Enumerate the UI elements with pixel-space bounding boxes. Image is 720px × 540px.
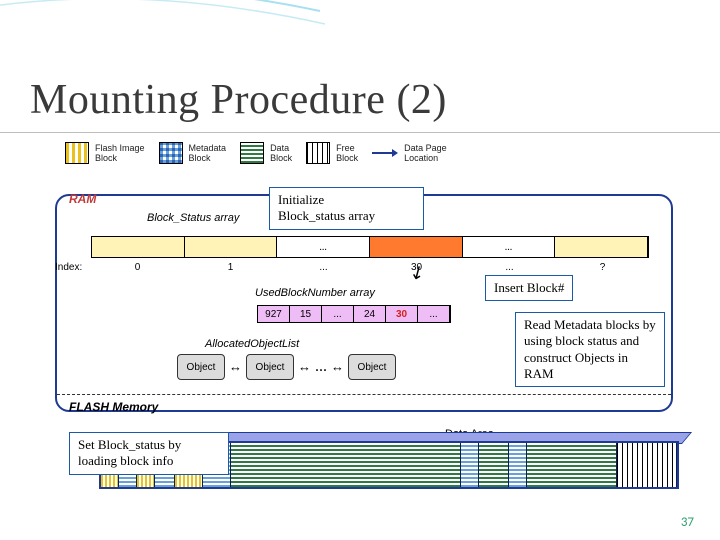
index-value: 0 (91, 262, 184, 273)
used-cell: ... (322, 306, 354, 322)
swatch-metadata (159, 142, 183, 164)
used-cell: 24 (354, 306, 386, 322)
slide-title: Mounting Procedure (2) (30, 76, 447, 124)
object-node: Object (348, 354, 396, 380)
flash-seg-data (231, 443, 461, 487)
used-block-label: UsedBlockNumber array (255, 287, 375, 299)
callout-read-metadata: Read Metadata blocks by using block stat… (515, 312, 665, 387)
ellipsis: ... (315, 358, 327, 376)
object-node: Object (246, 354, 294, 380)
swatch-flash-image (65, 142, 89, 164)
used-cell: 927 (258, 306, 290, 322)
bsa-cell (185, 237, 278, 257)
double-arrow-icon: ↔ (331, 359, 344, 375)
callout-initialize: Initialize Block_status array (269, 187, 424, 230)
used-cell: 15 (290, 306, 322, 322)
page-number: 37 (681, 515, 694, 530)
legend-metadata-block: Metadata Block (159, 142, 227, 164)
ram-flash-divider (57, 394, 671, 395)
ram-label: RAM (69, 192, 96, 206)
object-node: Object (177, 354, 225, 380)
index-value: ... (463, 262, 556, 273)
flash-seg-metadata (509, 443, 527, 487)
legend-label: Flash Image Block (95, 143, 145, 163)
double-arrow-icon: ↔ (298, 359, 311, 375)
legend: Flash Image Block Metadata Block Data Bl… (65, 142, 675, 164)
legend-label: Free Block (336, 143, 358, 163)
callout-set-block-status: Set Block_status by loading block info (69, 432, 229, 475)
used-cell-highlight: 30 (386, 306, 418, 322)
arrow-icon (372, 148, 398, 158)
bsa-cell (92, 237, 185, 257)
swatch-free (306, 142, 330, 164)
index-value: ... (277, 262, 370, 273)
allocated-object-list-label: AllocatedObjectList (205, 338, 299, 350)
legend-label: Metadata Block (189, 143, 227, 163)
swatch-data (240, 142, 264, 164)
legend-label: Data Page Location (404, 143, 447, 163)
allocated-object-list: Object ↔ Object ↔ ... ↔ Object (177, 354, 396, 380)
used-block-array: 927 15 ... 24 30 ... (257, 305, 451, 323)
legend-data-block: Data Block (240, 142, 292, 164)
used-cell: ... (418, 306, 450, 322)
index-value: ? (556, 262, 649, 273)
block-status-array: ... ... (91, 236, 649, 258)
flash-memory-label: FLASH Memory (69, 400, 158, 414)
flash-seg-data (479, 443, 509, 487)
flash-seg-free (617, 443, 677, 487)
title-underline (0, 132, 720, 133)
double-arrow-icon: ↔ (229, 359, 242, 375)
diagram-area: Flash Image Block Metadata Block Data Bl… (55, 142, 675, 502)
index-label: Index: (55, 262, 82, 273)
legend-free-block: Free Block (306, 142, 358, 164)
legend-label: Data Block (270, 143, 292, 163)
index-value: 1 (184, 262, 277, 273)
callout-insert-block: Insert Block# (485, 275, 573, 301)
bsa-ellipsis: ... (277, 237, 370, 257)
bsa-cell (555, 237, 648, 257)
flash-seg-metadata (461, 443, 479, 487)
bsa-cell-highlight (370, 237, 463, 257)
flash-seg-data (527, 443, 617, 487)
legend-data-page-location: Data Page Location (372, 143, 447, 163)
block-status-label: Block_Status array (147, 212, 239, 224)
bsa-ellipsis: ... (463, 237, 556, 257)
index-row: 0 1 ... 30 ... ? (91, 262, 649, 273)
legend-flash-image-block: Flash Image Block (65, 142, 145, 164)
